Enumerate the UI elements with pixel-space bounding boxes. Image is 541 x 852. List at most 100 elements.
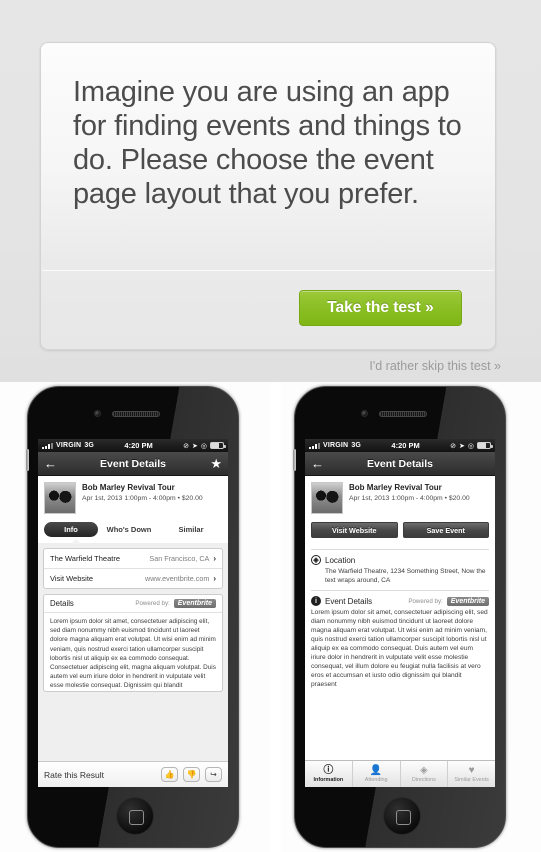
event-details-title: Event Details	[325, 596, 373, 606]
share-icon[interactable]: ↪	[205, 767, 222, 782]
details-body: Lorem ipsum dolor sit amet, consectetuer…	[50, 618, 216, 690]
tab-directions[interactable]: ◈ Directions	[401, 761, 449, 787]
compass-icon: ◈	[420, 764, 428, 776]
home-button[interactable]	[383, 797, 421, 835]
person-add-icon: 👤	[369, 764, 383, 776]
tab-similar-events[interactable]: ♥ Similar Events	[448, 761, 495, 787]
tab-caret-icon	[71, 539, 81, 544]
star-icon[interactable]: ★	[206, 457, 222, 470]
location-arrow-icon: ➤	[459, 442, 465, 450]
network-label: 3G	[351, 442, 362, 449]
details-header: Details Powered by: Eventbrite	[44, 595, 222, 613]
earpiece-speaker	[112, 411, 160, 417]
chevron-right-icon: ›	[213, 574, 216, 583]
network-label: 3G	[84, 442, 95, 449]
tab-information[interactable]: ⓘ Information	[305, 761, 353, 787]
powered-by-label: Powered by:	[135, 600, 170, 607]
navigation-bar: ← Event Details	[305, 452, 495, 476]
clock-label: 4:20 PM	[391, 441, 420, 450]
prompt-card: Imagine you are using an app for finding…	[40, 42, 496, 350]
info-icon: i	[311, 596, 321, 606]
clock-label: 4:20 PM	[124, 441, 153, 450]
camera-icon	[94, 410, 101, 417]
location-section: ◈ Location The Warfield Theatre, 1234 So…	[305, 550, 495, 585]
tab-label: Attending	[364, 776, 388, 783]
list-item[interactable]: Visit Website www.eventbrite.com ›	[44, 569, 222, 588]
event-header: Bob Marley Revival Tour Apr 1st, 2013 1:…	[305, 476, 495, 520]
event-details-section: i Event Details Powered by: Eventbrite L…	[305, 591, 495, 689]
prompt-area: Imagine you are using an app for finding…	[0, 0, 541, 382]
tab-info[interactable]: Info	[44, 522, 98, 537]
home-button[interactable]	[116, 797, 154, 835]
phone-frame-a: VIRGIN 3G 4:20 PM ⊘ ➤ ◎ ← Event Details …	[26, 386, 239, 848]
bottom-tab-bar: ⓘ Information 👤 Attending ◈ Directions ♥…	[305, 760, 495, 787]
rate-label: Rate this Result	[44, 769, 104, 780]
event-title: Bob Marley Revival Tour	[349, 483, 442, 492]
rotation-lock-icon: ⊘	[450, 442, 457, 450]
tab-whos-down[interactable]: Who's Down	[98, 522, 160, 537]
screen-b: VIRGIN 3G 4:20 PM ⊘ ➤ ◎ ← Event Details	[305, 439, 495, 787]
save-event-button[interactable]: Save Event	[402, 522, 489, 538]
list-item[interactable]: The Warfield Theatre San Francisco, CA ›	[44, 549, 222, 569]
thumbs-up-icon[interactable]: 👍	[161, 767, 178, 782]
camera-icon	[361, 410, 368, 417]
eventbrite-badge: Eventbrite	[173, 599, 216, 608]
heart-icon: ♥	[468, 764, 475, 776]
location-arrow-icon: ➤	[192, 442, 198, 450]
tab-label: Information	[313, 776, 344, 783]
phone-comparison-area: VIRGIN 3G 4:20 PM ⊘ ➤ ◎ ← Event Details …	[0, 382, 541, 852]
earpiece-speaker	[379, 411, 427, 417]
battery-icon	[210, 442, 226, 449]
powered-by: Powered by: Eventbrite	[135, 599, 216, 608]
nav-title: Event Details	[100, 457, 166, 470]
rate-result-bar: Rate this Result 👍 👎 ↪	[38, 761, 228, 787]
layout-option-b[interactable]: VIRGIN 3G 4:20 PM ⊘ ➤ ◎ ← Event Details	[281, 382, 541, 852]
website-label: Visit Website	[50, 574, 94, 583]
signal-bars-icon	[309, 442, 320, 449]
nav-title: Event Details	[367, 457, 433, 470]
event-header: Bob Marley Revival Tour Apr 1st, 2013 1:…	[38, 476, 228, 520]
rotation-lock-icon: ⊘	[183, 442, 190, 450]
details-title: Details	[50, 599, 74, 608]
tab-attending[interactable]: 👤 Attending	[353, 761, 401, 787]
layout-option-a[interactable]: VIRGIN 3G 4:20 PM ⊘ ➤ ◎ ← Event Details …	[0, 382, 270, 852]
event-subtitle: Apr 1st, 2013 1:00pm - 4:00pm • $20.00	[349, 495, 470, 502]
chevron-right-icon: ›	[213, 554, 216, 563]
event-thumbnail	[311, 482, 343, 514]
venue-value: San Francisco, CA	[149, 554, 210, 563]
screen-content-a: The Warfield Theatre San Francisco, CA ›…	[38, 543, 228, 787]
phone-frame-b: VIRGIN 3G 4:20 PM ⊘ ➤ ◎ ← Event Details	[293, 386, 506, 848]
event-title: Bob Marley Revival Tour	[82, 483, 175, 492]
carrier-label: VIRGIN	[323, 442, 349, 449]
event-subtitle: Apr 1st, 2013 1:00pm - 4:00pm • $20.00	[82, 495, 203, 502]
alarm-icon: ◎	[467, 442, 474, 450]
status-bar: VIRGIN 3G 4:20 PM ⊘ ➤ ◎	[38, 439, 228, 452]
powered-by: Powered by: Eventbrite	[408, 596, 489, 606]
tab-label: Similar Events	[454, 776, 489, 783]
location-title: Location	[325, 555, 356, 565]
segmented-tabs[interactable]: Info Who's Down Similar	[38, 520, 228, 544]
alarm-icon: ◎	[200, 442, 207, 450]
venue-label: The Warfield Theatre	[50, 554, 121, 563]
battery-icon	[477, 442, 493, 449]
details-card: Details Powered by: Eventbrite Lorem ips…	[43, 594, 223, 692]
compass-icon: ◈	[311, 555, 321, 565]
tab-label: Directions	[411, 776, 436, 783]
navigation-bar: ← Event Details ★	[38, 452, 228, 476]
powered-by-label: Powered by:	[408, 597, 443, 605]
divider	[42, 270, 494, 271]
visit-website-button[interactable]: Visit Website	[311, 522, 398, 538]
location-body: The Warfield Theatre, 1234 Something Str…	[325, 568, 486, 584]
back-arrow-icon[interactable]: ←	[311, 457, 327, 470]
page-title: Imagine you are using an app for finding…	[73, 76, 462, 210]
back-arrow-icon[interactable]: ←	[44, 457, 60, 470]
status-bar: VIRGIN 3G 4:20 PM ⊘ ➤ ◎	[305, 439, 495, 452]
website-value: www.eventbrite.com	[145, 574, 210, 583]
thumbs-down-icon[interactable]: 👎	[183, 767, 200, 782]
carrier-label: VIRGIN	[56, 442, 82, 449]
screen-a: VIRGIN 3G 4:20 PM ⊘ ➤ ◎ ← Event Details …	[38, 439, 228, 787]
signal-bars-icon	[42, 442, 53, 449]
tab-similar[interactable]: Similar	[160, 522, 222, 537]
skip-test-link[interactable]: I'd rather skip this test »	[369, 359, 501, 373]
take-the-test-button[interactable]: Take the test »	[299, 290, 462, 326]
